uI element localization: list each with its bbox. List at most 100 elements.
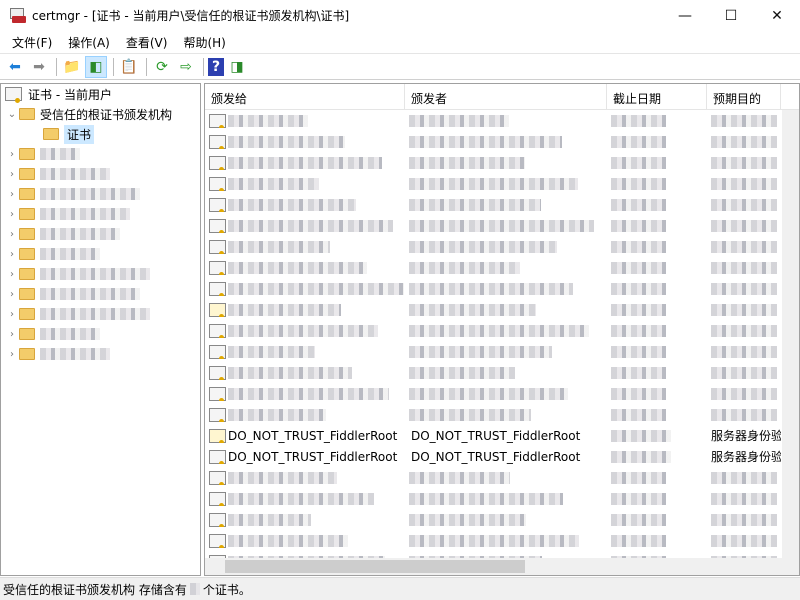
issued-by: DO_NOT_TRUST_FiddlerRoot: [411, 449, 581, 464]
table-row[interactable]: [205, 404, 799, 425]
menu-help[interactable]: 帮助(H): [175, 34, 233, 51]
folder-icon: [19, 108, 35, 120]
column-issued-to[interactable]: 颁发给: [205, 84, 405, 109]
refresh-icon[interactable]: ⟳: [151, 56, 173, 78]
tree-item[interactable]: ›: [1, 204, 200, 224]
redacted-text: [228, 114, 308, 127]
table-row[interactable]: [205, 320, 799, 341]
menu-view[interactable]: 查看(V): [118, 34, 176, 51]
column-expiration[interactable]: 截止日期: [607, 84, 707, 109]
redacted-text: [711, 366, 777, 379]
table-row[interactable]: [205, 362, 799, 383]
table-row[interactable]: [205, 131, 799, 152]
column-issued-by[interactable]: 颁发者: [405, 84, 607, 109]
tree-item[interactable]: ›: [1, 224, 200, 244]
toolbar-divider: [203, 58, 204, 76]
up-folder-icon[interactable]: 📁: [61, 56, 83, 78]
table-row[interactable]: DO_NOT_TRUST_FiddlerRoot DO_NOT_TRUST_Fid…: [205, 446, 799, 467]
redacted-text: [409, 324, 589, 337]
redacted-text: [611, 135, 666, 148]
redacted-text: [228, 471, 337, 484]
table-row[interactable]: [205, 509, 799, 530]
redacted-text: [611, 324, 666, 337]
certificate-icon: [209, 407, 226, 422]
redacted-text: [409, 366, 515, 379]
folder-icon: [19, 168, 35, 180]
certificate-icon: [209, 491, 226, 506]
certificate-icon: [209, 260, 226, 275]
close-button[interactable]: ✕: [754, 0, 800, 31]
redacted-text: [611, 240, 666, 253]
redacted-date: [611, 429, 671, 442]
menu-action[interactable]: 操作(A): [60, 34, 118, 51]
tree-item[interactable]: ›: [1, 344, 200, 364]
scroll-thumb[interactable]: [225, 560, 525, 573]
certificate-icon: [209, 218, 226, 233]
tree-item[interactable]: ›: [1, 184, 200, 204]
table-row[interactable]: [205, 530, 799, 551]
maximize-button[interactable]: ☐: [708, 0, 754, 31]
table-row[interactable]: [205, 194, 799, 215]
action-pane-icon[interactable]: ◨: [226, 56, 248, 78]
tree-item[interactable]: ›: [1, 264, 200, 284]
tree-item-certificates[interactable]: 证书: [1, 124, 200, 144]
redacted-text: [611, 513, 666, 526]
tree-item-label: 证书: [64, 124, 95, 144]
horizontal-scrollbar[interactable]: [205, 558, 799, 575]
issued-to: DO_NOT_TRUST_FiddlerRoot: [228, 449, 398, 464]
tree-item[interactable]: ›: [1, 324, 200, 344]
menu-file[interactable]: 文件(F): [4, 34, 60, 51]
table-row[interactable]: [205, 488, 799, 509]
status-bar: 受信任的根证书颁发机构 存储含有 个证书。: [0, 577, 800, 600]
folder-icon: [19, 288, 35, 300]
properties-icon[interactable]: 📋: [118, 56, 140, 78]
vertical-scrollbar[interactable]: [782, 110, 799, 558]
column-purpose[interactable]: 预期目的: [707, 84, 781, 109]
forward-icon[interactable]: ➡: [28, 56, 50, 78]
tree-item[interactable]: ›: [1, 244, 200, 264]
table-row[interactable]: [205, 467, 799, 488]
table-row[interactable]: [205, 236, 799, 257]
redacted-text: [228, 261, 367, 274]
help-icon[interactable]: ?: [208, 58, 224, 76]
tree-item[interactable]: ›: [1, 144, 200, 164]
tree-item-trusted-root[interactable]: ⌄ 受信任的根证书颁发机构: [1, 104, 200, 124]
redacted-count: [189, 583, 200, 595]
redacted-text: [228, 324, 378, 337]
redacted-text: [711, 114, 777, 127]
table-row[interactable]: [205, 110, 799, 131]
tree-root[interactable]: 证书 - 当前用户: [1, 84, 200, 104]
tree-item-label: 受信任的根证书颁发机构: [40, 107, 173, 122]
export-list-icon[interactable]: ⇨: [175, 56, 197, 78]
redacted-label: [40, 168, 110, 180]
tree-item[interactable]: ›: [1, 164, 200, 184]
show-hide-tree-icon[interactable]: ◧: [85, 56, 107, 78]
tree-item[interactable]: ›: [1, 304, 200, 324]
table-row[interactable]: [205, 215, 799, 236]
table-row[interactable]: [205, 173, 799, 194]
table-row[interactable]: DO_NOT_TRUST_FiddlerRoot DO_NOT_TRUST_Fid…: [205, 425, 799, 446]
table-row[interactable]: [205, 299, 799, 320]
redacted-text: [228, 534, 348, 547]
redacted-text: [611, 282, 666, 295]
certificate-list: 颁发给 颁发者 截止日期 预期目的 DO_NOT_TRUST_FiddlerRo…: [204, 83, 800, 576]
back-icon[interactable]: ⬅: [4, 56, 26, 78]
table-row[interactable]: [205, 383, 799, 404]
redacted-text: [611, 471, 666, 484]
tree-item[interactable]: ›: [1, 284, 200, 304]
redacted-text: [711, 282, 777, 295]
table-row[interactable]: [205, 341, 799, 362]
certificate-icon: [209, 323, 226, 338]
minimize-button[interactable]: —: [662, 0, 708, 31]
redacted-text: [611, 387, 666, 400]
redacted-label: [40, 248, 100, 260]
table-row[interactable]: [205, 278, 799, 299]
table-row[interactable]: [205, 152, 799, 173]
folder-icon: [19, 188, 35, 200]
title-bar: certmgr - [证书 - 当前用户\受信任的根证书颁发机构\证书] — ☐…: [0, 0, 800, 31]
table-row[interactable]: [205, 257, 799, 278]
certificate-icon: [209, 512, 226, 527]
redacted-label: [40, 288, 140, 300]
certificate-icon: [209, 239, 226, 254]
purpose: 服务器身份验: [711, 429, 781, 443]
